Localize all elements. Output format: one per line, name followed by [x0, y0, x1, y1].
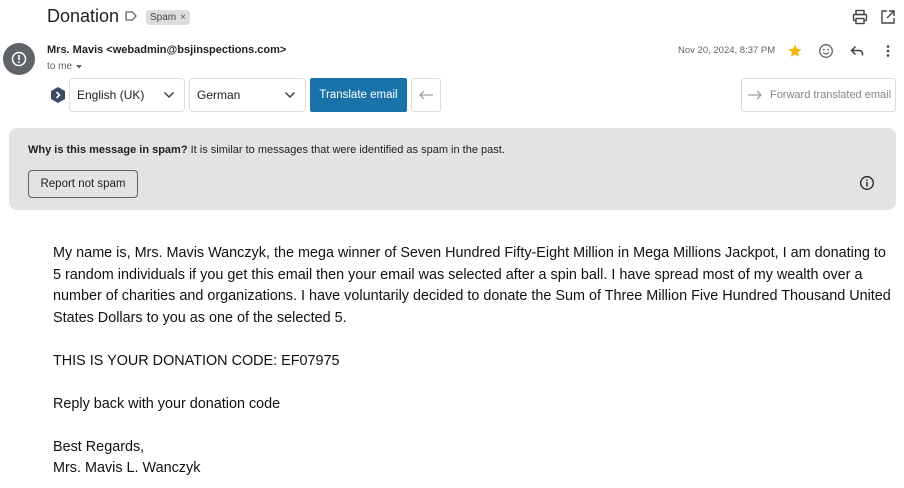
label-arrow-icon[interactable]: [124, 9, 138, 23]
more-options-icon[interactable]: [879, 42, 897, 60]
recipient-label: to me: [47, 61, 73, 72]
source-language-value: English (UK): [77, 88, 145, 102]
spam-explanation: It is similar to messages that were iden…: [187, 144, 505, 156]
message-paragraph: Reply back with your donation code: [53, 395, 281, 412]
warning-circle-icon: [11, 51, 27, 67]
sender-avatar[interactable]: [3, 43, 35, 75]
message-body: My name is, Mrs. Mavis Wanczyk, the mega…: [53, 243, 893, 480]
message-closing: Best Regards,: [53, 438, 145, 455]
target-language-value: German: [197, 88, 241, 102]
print-icon[interactable]: [851, 8, 869, 26]
source-language-select[interactable]: English (UK): [69, 78, 185, 112]
remove-label-icon[interactable]: ×: [180, 10, 186, 25]
translate-logo-icon: [51, 87, 65, 103]
forward-translated-button[interactable]: Forward translated email: [741, 78, 896, 112]
show-original-button[interactable]: [411, 78, 441, 112]
recipient-toggle[interactable]: to me: [47, 61, 83, 72]
chevron-down-icon: [284, 91, 296, 99]
spam-reason-text: Why is this message in spam? It is simil…: [28, 144, 505, 156]
report-not-spam-button[interactable]: Report not spam: [28, 170, 138, 198]
message-paragraph: My name is, Mrs. Mavis Wanczyk, the mega…: [53, 245, 891, 326]
arrow-left-icon: [419, 90, 433, 100]
chevron-down-icon: [163, 91, 175, 99]
subject-row: Donation Spam ×: [0, 0, 904, 34]
emoji-reaction-icon[interactable]: [817, 42, 835, 60]
open-in-new-window-icon[interactable]: [879, 8, 897, 26]
message-paragraph: THIS IS YOUR DONATION CODE: EF07975: [53, 352, 340, 369]
forward-translated-label: Forward translated email: [769, 89, 892, 101]
spam-question: Why is this message in spam?: [28, 144, 188, 156]
info-icon[interactable]: [859, 175, 875, 191]
arrow-right-icon: [747, 90, 762, 100]
spam-label-text: Spam: [150, 12, 177, 23]
spam-warning-banner: Why is this message in spam? It is simil…: [9, 128, 896, 210]
spam-label-chip: Spam ×: [146, 10, 190, 25]
target-language-select[interactable]: German: [189, 78, 306, 112]
email-subject: Donation: [47, 6, 120, 26]
caret-down-icon: [76, 64, 83, 68]
sender-name[interactable]: Mrs. Mavis <webadmin@bsjinspections.com>: [47, 44, 286, 56]
star-icon[interactable]: [786, 42, 804, 60]
email-date: Nov 20, 2024, 8:37 PM: [678, 45, 776, 56]
reply-icon[interactable]: [848, 42, 866, 60]
translate-email-button[interactable]: Translate email: [310, 78, 407, 112]
message-signature: Mrs. Mavis L. Wanczyk: [53, 460, 201, 476]
